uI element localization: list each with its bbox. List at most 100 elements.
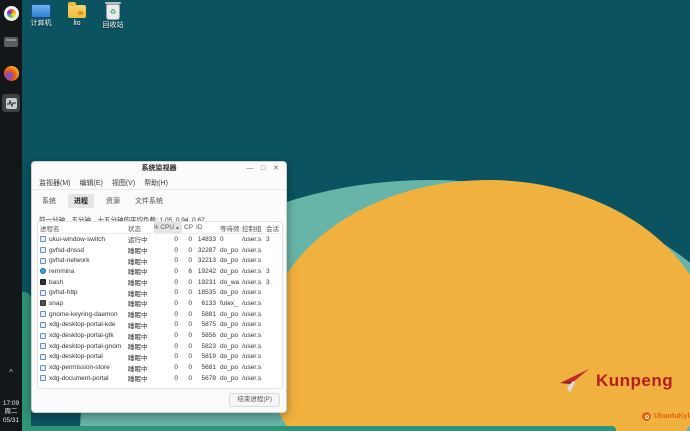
process-cp: 0 [182, 300, 194, 307]
table-row[interactable]: xdg-desktop-portal-kde 睡眠中 0 0 5875 do_p… [38, 320, 282, 331]
end-process-button[interactable]: 结束进程(P) [229, 393, 280, 407]
process-cpu: 0 [154, 375, 182, 382]
process-cp: 0 [182, 311, 194, 318]
kunpeng-logo: Kunpeng [558, 368, 673, 394]
process-icon [40, 322, 46, 328]
desktop-icon-label: 计算机 [31, 20, 52, 28]
header-wchan[interactable]: 等待频 [218, 223, 240, 233]
taskbar-firefox-button[interactable] [0, 64, 22, 82]
header-process-name[interactable]: 进程名 [38, 223, 126, 233]
desktop-icon-lio[interactable]: lio [60, 4, 94, 28]
process-wchan: do_po [218, 247, 240, 254]
header-session[interactable]: 会话 [264, 223, 282, 233]
taskbar-file-manager-button[interactable] [0, 34, 22, 50]
header-id[interactable]: ID [194, 224, 218, 231]
process-cgroup: /user.s [240, 268, 264, 275]
menu-monitor[interactable]: 监视器(M) [39, 178, 71, 188]
process-name: xdg-document-portal [49, 375, 109, 382]
process-status: 睡眠中 [126, 309, 154, 319]
process-icon [40, 268, 46, 274]
computer-icon [31, 4, 51, 18]
ubuntukylin-text: UbuntuKylin [654, 413, 690, 420]
process-wchan: do_po [218, 268, 240, 275]
kunpeng-text: Kunpeng [596, 371, 673, 391]
process-icon [40, 258, 46, 264]
sort-arrow-icon: ▲ [175, 225, 180, 231]
process-status: 睡眠中 [126, 352, 154, 362]
process-cgroup: /user.s [240, 364, 264, 371]
menu-help[interactable]: 帮助(H) [144, 178, 168, 188]
menu-view[interactable]: 视图(V) [112, 178, 135, 188]
table-row[interactable]: gnome-keyring-daemon 睡眠中 0 0 5881 do_po … [38, 309, 282, 320]
process-cp: 6 [182, 268, 194, 275]
titlebar[interactable]: 系统监视器 — □ ✕ [32, 162, 286, 176]
process-name: ukui-window-switch [49, 236, 105, 243]
table-row[interactable]: xdg-desktop-portal 睡眠中 0 0 5819 do_po /u… [38, 352, 282, 363]
wallpaper-green-sliver [22, 292, 31, 431]
process-table-header: 进程名 状态 % CPU ▲ CP ID 等待频 控制组 会话 [38, 222, 282, 234]
process-cpu: 0 [154, 332, 182, 339]
process-cpu: 0 [154, 343, 182, 350]
taskbar-launcher-button[interactable] [0, 4, 22, 22]
process-cp: 0 [182, 321, 194, 328]
clock-weekday: 周二 [0, 408, 22, 417]
process-cpu: 0 [154, 279, 182, 286]
table-row[interactable]: ukui-window-switch 运行中 0 0 14833 0 /user… [38, 234, 282, 245]
wallpaper-green-strip [22, 426, 616, 431]
table-row[interactable]: xdg-permission-store 睡眠中 0 0 5681 do_po … [38, 362, 282, 373]
table-row[interactable]: gvfsd-network 睡眠中 0 0 32213 do_po /user.… [38, 255, 282, 266]
firefox-icon [4, 66, 19, 81]
taskbar-expand-button[interactable]: ^ [0, 368, 22, 378]
trash-icon: ♻ [106, 4, 120, 20]
process-id: 5681 [194, 364, 218, 371]
process-id: 5819 [194, 353, 218, 360]
table-row[interactable]: bash 睡眠中 0 0 19231 do_wa /user.s 3 [38, 277, 282, 288]
process-id: 5856 [194, 332, 218, 339]
process-session: 3 [264, 236, 282, 243]
process-cpu: 0 [154, 300, 182, 307]
tab-system[interactable]: 系统 [39, 194, 59, 208]
process-cpu: 0 [154, 268, 182, 275]
maximize-button[interactable]: □ [257, 162, 269, 176]
desktop-icon-trash[interactable]: ♻ 回收站 [96, 4, 130, 30]
table-row[interactable]: xdg-document-portal 睡眠中 0 0 5678 do_po /… [38, 373, 282, 384]
process-status: 睡眠中 [126, 320, 154, 330]
process-name: gvfsd-dnssd [49, 247, 84, 254]
menu-edit[interactable]: 编辑(E) [80, 178, 103, 188]
process-wchan: do_po [218, 321, 240, 328]
table-row[interactable]: snap 睡眠中 0 0 6133 futex_ /user.s [38, 298, 282, 309]
minimize-button[interactable]: — [244, 162, 256, 176]
process-name: bash [49, 279, 63, 286]
process-icon [40, 290, 46, 296]
header-cp[interactable]: CP [182, 224, 194, 231]
process-id: 19242 [194, 268, 218, 275]
table-row[interactable]: remmina 睡眠中 0 6 19242 do_po /user.s 3 [38, 266, 282, 277]
process-name: xdg-desktop-portal-gnom [49, 343, 121, 350]
tab-filesystems[interactable]: 文件系统 [132, 194, 166, 208]
tab-processes[interactable]: 进程 [68, 194, 94, 208]
process-wchan: do_po [218, 332, 240, 339]
process-icon [40, 236, 46, 242]
process-id: 32287 [194, 247, 218, 254]
desktop-icon-computer[interactable]: 计算机 [24, 4, 58, 28]
process-status: 睡眠中 [126, 341, 154, 351]
table-row[interactable]: xdg-desktop-portal-gnom 睡眠中 0 0 5823 do_… [38, 341, 282, 352]
close-button[interactable]: ✕ [270, 162, 282, 176]
table-row[interactable]: xdg-desktop-portal-gtk 睡眠中 0 0 5856 do_p… [38, 330, 282, 341]
header-cpu[interactable]: % CPU ▲ [154, 222, 182, 233]
process-cgroup: /user.s [240, 375, 264, 382]
desktop-icon-label: lio [73, 20, 80, 28]
process-wchan: do_po [218, 364, 240, 371]
process-cgroup: /user.s [240, 353, 264, 360]
process-cp: 0 [182, 343, 194, 350]
process-cp: 0 [182, 257, 194, 264]
header-status[interactable]: 状态 [126, 223, 154, 233]
taskbar-clock[interactable]: 17:09 周二 05/31 [0, 400, 22, 426]
table-row[interactable]: gvfsd-http 睡眠中 0 0 18535 do_po /user.s [38, 287, 282, 298]
tab-resources[interactable]: 资源 [103, 194, 123, 208]
table-row[interactable]: gvfsd-dnssd 睡眠中 0 0 32287 do_po /user.s [38, 245, 282, 256]
taskbar-system-monitor-button[interactable] [0, 93, 22, 113]
header-cgroup[interactable]: 控制组 [240, 223, 264, 233]
process-cp: 0 [182, 332, 194, 339]
clock-date: 05/31 [0, 417, 22, 426]
